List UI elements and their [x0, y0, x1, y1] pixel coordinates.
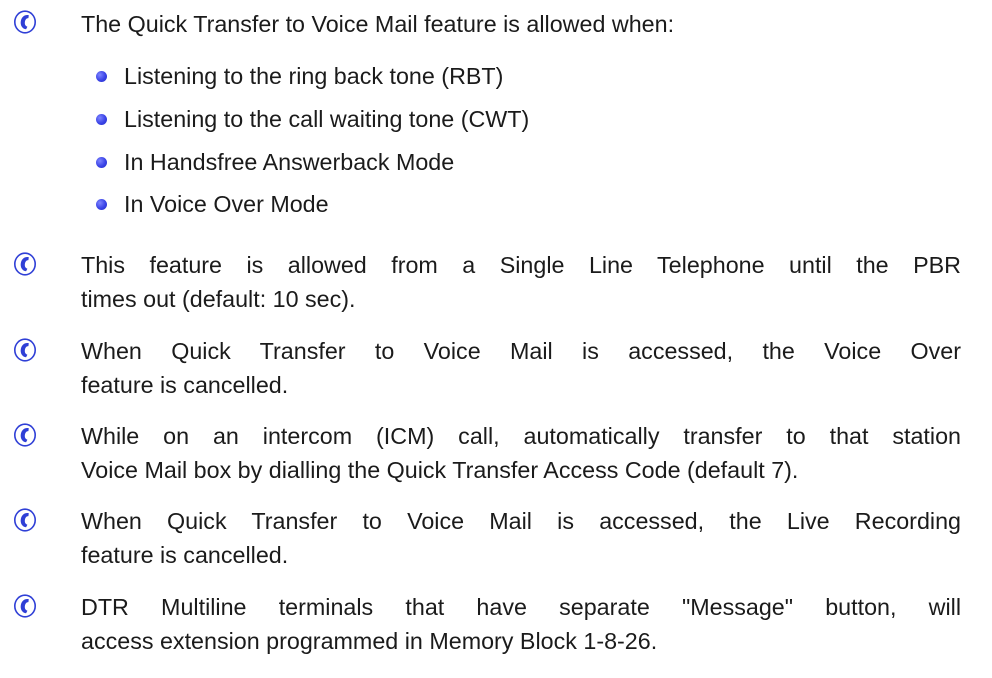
- list-item-text: Listening to the ring back tone (RBT): [124, 63, 504, 89]
- bullet-dot-icon: [96, 71, 107, 82]
- note-line: When Quick Transfer to Voice Mail is acc…: [81, 338, 961, 364]
- list-item: Listening to the call waiting tone (CWT): [0, 102, 992, 136]
- bullet-dot-icon: [96, 114, 107, 125]
- phone-handset-icon: [13, 421, 37, 449]
- note-line: times out (default: 10 sec).: [81, 286, 356, 312]
- list-item-text: In Voice Over Mode: [124, 191, 329, 217]
- list-item: In Voice Over Mode: [0, 187, 992, 221]
- phone-handset-icon: [13, 592, 37, 620]
- note-line: feature is cancelled.: [81, 542, 289, 568]
- phone-handset-icon: [13, 336, 37, 364]
- note-line: DTR Multiline terminals that have separa…: [81, 594, 961, 620]
- note-line: Voice Mail box by dialling the Quick Tra…: [81, 457, 799, 483]
- note-line: access extension programmed in Memory Bl…: [81, 628, 658, 654]
- note-line: This feature is allowed from a Single Li…: [81, 252, 961, 278]
- document-page: The Quick Transfer to Voice Mail feature…: [0, 0, 992, 678]
- list-item-text: Listening to the call waiting tone (CWT): [124, 106, 530, 132]
- note-intro-text: The Quick Transfer to Voice Mail feature…: [81, 11, 675, 37]
- phone-handset-icon: [13, 8, 37, 36]
- phone-handset-icon: [13, 506, 37, 534]
- bullet-dot-icon: [96, 199, 107, 210]
- bullet-dot-icon: [96, 157, 107, 168]
- list-item-text: In Handsfree Answerback Mode: [124, 149, 455, 175]
- note-line: feature is cancelled.: [81, 372, 289, 398]
- list-item: Listening to the ring back tone (RBT): [0, 59, 992, 93]
- note-line: When Quick Transfer to Voice Mail is acc…: [81, 508, 961, 534]
- phone-handset-icon: [13, 250, 37, 278]
- list-item: In Handsfree Answerback Mode: [0, 145, 992, 179]
- note-line: While on an intercom (ICM) call, automat…: [81, 423, 961, 449]
